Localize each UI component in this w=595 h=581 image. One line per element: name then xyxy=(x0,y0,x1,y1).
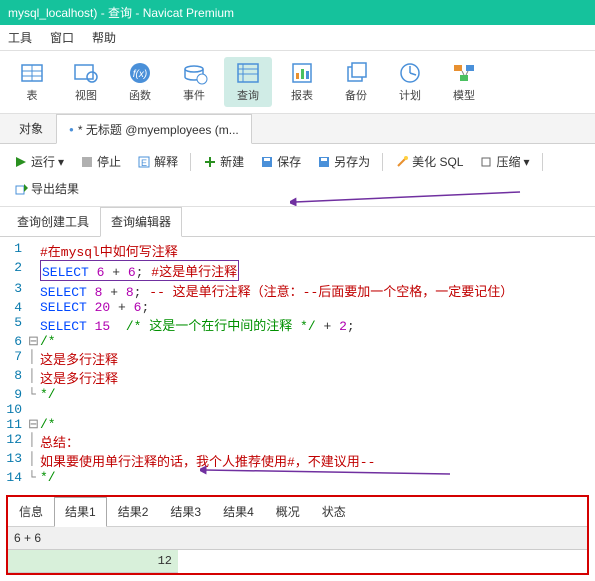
results-panel: 信息 结果1 结果2 结果3 结果4 概况 状态 6 + 6 12 xyxy=(6,495,589,575)
minify-button[interactable]: 压缩▾ xyxy=(473,150,535,173)
result-tab-3[interactable]: 结果3 xyxy=(159,497,212,526)
svg-text:f(x): f(x) xyxy=(133,69,147,80)
explain-icon: E xyxy=(137,155,151,169)
save-icon xyxy=(260,155,274,169)
view-icon xyxy=(72,61,100,85)
query-sub-tabs: 查询创建工具 查询编辑器 xyxy=(0,207,595,237)
tab-query-builder[interactable]: 查询创建工具 xyxy=(6,207,100,236)
saveas-button[interactable]: 另存为 xyxy=(311,150,376,173)
plus-icon xyxy=(203,155,217,169)
menu-window[interactable]: 窗口 xyxy=(50,29,74,46)
toolbar-function[interactable]: f(x) 函数 xyxy=(116,57,164,107)
dot-icon: ● xyxy=(69,125,74,134)
tab-untitled[interactable]: ●* 无标题 @myemployees (m... xyxy=(56,114,252,144)
menu-bar: 工具 窗口 帮助 xyxy=(0,25,595,51)
query-icon xyxy=(234,61,262,85)
toolbar-table[interactable]: 表 xyxy=(8,57,56,107)
function-icon: f(x) xyxy=(126,61,154,85)
toolbar-backup[interactable]: 备份 xyxy=(332,57,380,107)
stop-icon xyxy=(80,155,94,169)
sql-editor[interactable]: 1 #在mysql中如何写注释 2 SELECT 6 + 6; #这是单行注释 … xyxy=(0,237,595,489)
toolbar-model[interactable]: 模型 xyxy=(440,57,488,107)
tab-objects[interactable]: 对象 xyxy=(6,114,56,143)
result-column-header: 6 + 6 xyxy=(8,527,587,550)
main-toolbar: 表 视图 f(x) 函数 事件 查询 报表 备份 计划 模型 xyxy=(0,51,595,114)
run-button[interactable]: 运行▾ xyxy=(8,150,70,173)
stop-button[interactable]: 停止 xyxy=(74,150,127,173)
menu-tools[interactable]: 工具 xyxy=(8,29,32,46)
toolbar-event[interactable]: 事件 xyxy=(170,57,218,107)
toolbar-view[interactable]: 视图 xyxy=(62,57,110,107)
result-tab-bar: 信息 结果1 结果2 结果3 结果4 概况 状态 xyxy=(8,497,587,527)
explain-button[interactable]: E解释 xyxy=(131,150,184,173)
save-button[interactable]: 保存 xyxy=(254,150,307,173)
report-icon xyxy=(288,61,316,85)
result-tab-4[interactable]: 结果4 xyxy=(212,497,265,526)
toolbar-report[interactable]: 报表 xyxy=(278,57,326,107)
query-action-bar: 运行▾ 停止 E解释 新建 保存 另存为 美化 SQL 压缩▾ 导出结果 xyxy=(0,144,595,207)
result-tab-info[interactable]: 信息 xyxy=(8,497,54,526)
export-button[interactable]: 导出结果 xyxy=(8,177,85,200)
toolbar-query[interactable]: 查询 xyxy=(224,57,272,107)
event-icon xyxy=(180,61,208,85)
new-button[interactable]: 新建 xyxy=(197,150,250,173)
result-grid[interactable]: 6 + 6 12 xyxy=(8,527,587,573)
toolbar-plan[interactable]: 计划 xyxy=(386,57,434,107)
plan-icon xyxy=(396,61,424,85)
result-tab-profile[interactable]: 概况 xyxy=(265,497,311,526)
result-tab-2[interactable]: 结果2 xyxy=(107,497,160,526)
beautify-button[interactable]: 美化 SQL xyxy=(389,150,469,173)
wand-icon xyxy=(395,155,409,169)
result-tab-status[interactable]: 状态 xyxy=(311,497,357,526)
title-bar: mysql_localhost) - 查询 - Navicat Premium xyxy=(0,0,595,25)
model-icon xyxy=(450,61,478,85)
saveas-icon xyxy=(317,155,331,169)
svg-text:E: E xyxy=(141,158,147,168)
result-cell[interactable]: 12 xyxy=(8,550,178,573)
tab-query-editor[interactable]: 查询编辑器 xyxy=(100,207,182,237)
document-tab-bar: 对象 ●* 无标题 @myemployees (m... xyxy=(0,114,595,144)
table-icon xyxy=(18,61,46,85)
menu-help[interactable]: 帮助 xyxy=(92,29,116,46)
compress-icon xyxy=(479,155,493,169)
play-icon xyxy=(14,155,28,169)
result-tab-1[interactable]: 结果1 xyxy=(54,497,107,527)
backup-icon xyxy=(342,61,370,85)
export-icon xyxy=(14,182,28,196)
